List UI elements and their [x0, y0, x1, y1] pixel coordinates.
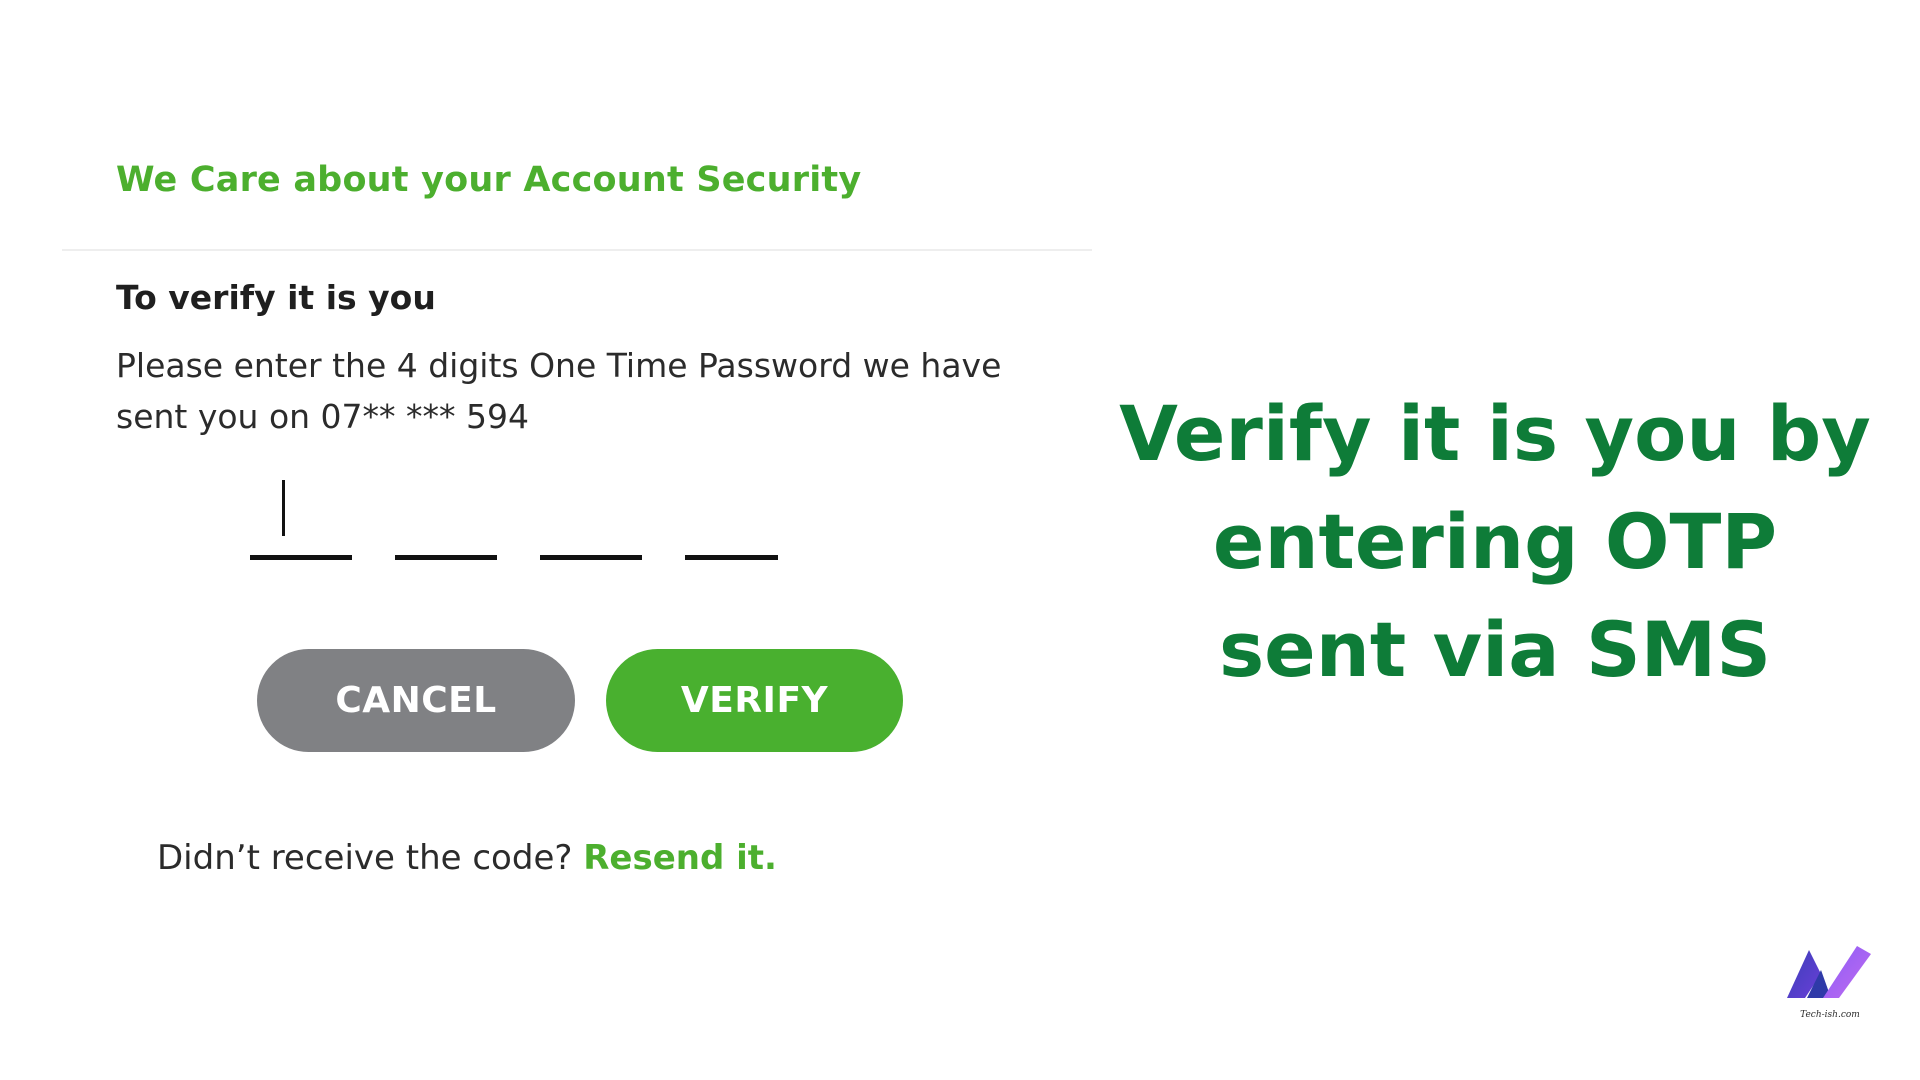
brand-logo: Tech-ish.com — [1785, 940, 1875, 1030]
card-title: We Care about your Account Security — [116, 160, 862, 200]
otp-instruction: Please enter the 4 digits One Time Passw… — [116, 346, 1002, 436]
cancel-button[interactable]: CANCEL — [257, 649, 575, 752]
resend-link[interactable]: Resend it. — [583, 838, 777, 878]
verify-heading: To verify it is you — [116, 278, 436, 317]
brand-logo-icon — [1787, 946, 1871, 998]
otp-digit-1[interactable] — [250, 470, 352, 560]
resend-row: Didn’t receive the code? Resend it. — [157, 838, 777, 878]
otp-digit-3[interactable] — [540, 470, 642, 560]
text-caret — [282, 480, 285, 536]
divider — [62, 249, 1092, 251]
otp-digit-4[interactable] — [685, 470, 778, 560]
brand-logo-caption: Tech-ish.com — [1800, 1010, 1860, 1020]
headline: Verify it is you by entering OTP sent vi… — [1119, 389, 1871, 694]
otp-verification-card: We Care about your Account Security To v… — [0, 0, 1100, 1080]
otp-input-group — [250, 470, 790, 560]
verify-button[interactable]: VERIFY — [606, 649, 903, 752]
resend-prompt: Didn’t receive the code? — [157, 838, 573, 878]
otp-digit-2[interactable] — [395, 470, 497, 560]
